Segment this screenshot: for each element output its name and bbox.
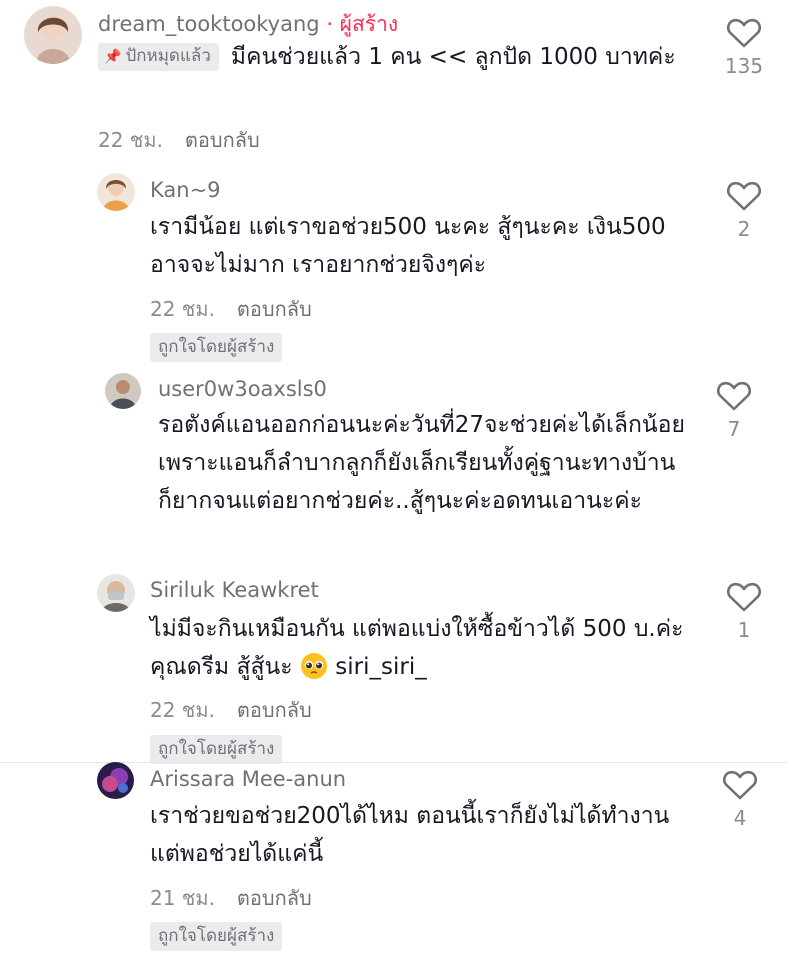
like-count: 7	[727, 417, 741, 441]
comment-meta: 22 ชม. ตอบกลับ	[98, 124, 260, 156]
reply-button[interactable]: ตอบกลับ	[237, 886, 312, 910]
comment-username[interactable]: user0w3oaxsls0	[158, 377, 327, 401]
like-count: 1	[737, 618, 751, 642]
avatar[interactable]	[97, 574, 135, 612]
like-control[interactable]: 4	[710, 770, 770, 830]
like-control[interactable]: 135	[714, 18, 774, 78]
comment-username[interactable]: Arissara Mee-anun	[150, 767, 346, 791]
like-control[interactable]: 2	[714, 181, 774, 241]
pin-icon: 📌	[104, 49, 122, 65]
pleading-face-emoji	[300, 653, 327, 679]
pinned-badge: 📌 ปักหมุดแล้ว	[98, 43, 219, 71]
heart-outline-icon[interactable]	[727, 18, 761, 48]
heart-outline-icon[interactable]	[727, 582, 761, 612]
comment-body: มีคนช่วยแล้ว 1 คน << ลูกปัด 1000 บาทค่ะ	[230, 44, 676, 70]
reply-button[interactable]: ตอบกลับ	[185, 128, 260, 152]
reply-button[interactable]: ตอบกลับ	[237, 297, 312, 321]
creator-tag: · ผู้สร้าง	[326, 12, 399, 36]
comment-time: 21 ชม.	[150, 886, 215, 910]
mention-link[interactable]: siri_siri_	[335, 654, 426, 680]
heart-outline-icon[interactable]	[723, 770, 757, 800]
liked-by-creator-badge: ถูกใจโดยผู้สร้าง	[150, 333, 283, 362]
avatar[interactable]	[24, 6, 82, 64]
comment-text: เรามีน้อย แต่เราขอช่วย500 นะคะ สู้ๆนะคะ …	[150, 214, 666, 278]
like-control[interactable]: 1	[714, 582, 774, 642]
heart-outline-icon[interactable]	[727, 181, 761, 211]
comment-username[interactable]: Kan~9	[150, 178, 221, 202]
liked-by-creator-badge: ถูกใจโดยผู้สร้าง	[150, 922, 283, 951]
avatar[interactable]	[97, 762, 134, 799]
like-count: 2	[737, 217, 751, 241]
reply-button[interactable]: ตอบกลับ	[237, 698, 312, 722]
comment-text: ไม่มีจะกินเหมือนกัน แต่พอแบ่งให้ซื้อข้าว…	[150, 610, 695, 686]
comment-text: รอตังค์แอนออกก่อนนะค่ะวันที่27จะช่วยค่ะไ…	[158, 412, 685, 514]
comment-text: 📌 ปักหมุดแล้ว มีคนช่วยแล้ว 1 คน << ลูกปัด …	[98, 38, 688, 76]
avatar[interactable]	[105, 373, 141, 409]
liked-by-creator-badge: ถูกใจโดยผู้สร้าง	[150, 735, 283, 764]
comment-meta: 22 ชม. ตอบกลับ	[150, 293, 312, 325]
comment-username[interactable]: Siriluk Keawkret	[150, 578, 319, 602]
like-count: 135	[724, 54, 764, 78]
like-control[interactable]: 7	[704, 381, 764, 441]
comment-time: 22 ชม.	[150, 297, 215, 321]
avatar[interactable]	[97, 173, 135, 211]
like-count: 4	[733, 806, 747, 830]
comment-meta: 22 ชม. ตอบกลับ	[150, 694, 312, 726]
heart-outline-icon[interactable]	[717, 381, 751, 411]
comment-meta: 21 ชม. ตอบกลับ	[150, 882, 312, 914]
comment-username[interactable]: dream_tooktookyang · ผู้สร้าง	[98, 8, 398, 41]
comment-time: 22 ชม.	[98, 128, 163, 152]
comment-text: เราช่วยขอช่วย200ได้ไหม ตอนนี้เราก็ยังไม่…	[150, 803, 670, 867]
username-text[interactable]: dream_tooktookyang	[98, 12, 320, 36]
comment-time: 22 ชม.	[150, 698, 215, 722]
